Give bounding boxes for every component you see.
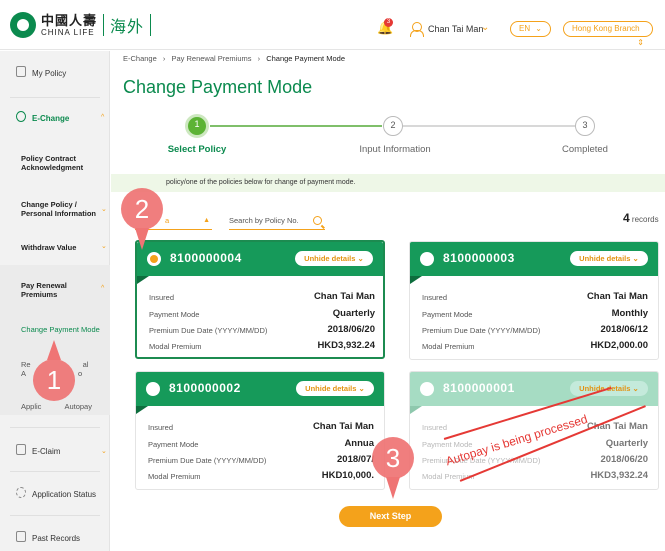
instruction-bar: policy/one of the policies below for cha…	[111, 174, 665, 192]
sidebar-item-change-payment-mode[interactable]: Change Payment Mode	[21, 325, 100, 334]
chevron-down-icon: ⌄	[101, 206, 107, 213]
header-bar: 中國人壽 CHINA LIFE 海外 🔔 3 Chan Tai Man ⌄ EN…	[0, 0, 665, 50]
page-title: Change Payment Mode	[123, 77, 313, 97]
chevron-down-icon: ⌄	[632, 254, 639, 263]
sidebar-item-echange[interactable]: E-Change ^	[0, 111, 110, 127]
payment-mode-value: Quarterly	[605, 438, 648, 449]
logo-english-name: CHINA LIFE	[41, 27, 95, 37]
step-3-label: Completed	[562, 144, 608, 155]
due-date-value: 2018/07/	[337, 454, 374, 465]
premium-value: HKD3,932.24	[590, 470, 648, 481]
updown-caret-icon: ▲	[203, 217, 210, 224]
sidebar-item-application-autopay[interactable]: Applic Autopay	[21, 402, 101, 411]
sidebar-item-my-policy[interactable]: My Policy	[0, 66, 110, 82]
step-2-label: Input Information	[359, 144, 431, 155]
records-count: 4 records	[623, 211, 659, 225]
lightbulb-icon	[16, 111, 26, 122]
step-1-label: Select Policy	[167, 144, 227, 155]
chevron-down-icon: ⌄	[101, 448, 107, 455]
sidebar-item-pay-renewal[interactable]: Pay Renewal Premiums	[21, 281, 101, 300]
chevron-up-icon: ^	[101, 114, 105, 121]
step-1-circle: 1	[185, 114, 209, 138]
user-icon[interactable]	[410, 22, 424, 37]
records-icon	[16, 531, 26, 542]
china-life-logo[interactable]: 中國人壽 CHINA LIFE 海外	[10, 12, 152, 38]
sidebar-item-eclaim[interactable]: E-Claim ⌄	[0, 444, 110, 460]
breadcrumb-current: Change Payment Mode	[266, 54, 345, 63]
premium-value: HKD10,000.	[321, 470, 374, 481]
policy-number: 8100000004	[170, 251, 242, 265]
breadcrumb-pay-renewal[interactable]: Pay Renewal Premiums	[171, 54, 251, 63]
due-date-value: 2018/06/20	[600, 454, 648, 465]
payment-mode-value: Annua	[344, 438, 374, 449]
sidebar-item-withdraw-value[interactable]: Withdraw Value	[21, 243, 101, 252]
policy-radio[interactable]	[420, 252, 434, 266]
updown-chevron-icon: ⇕	[637, 38, 644, 47]
chevron-down-icon: ⌄	[357, 254, 364, 263]
logo-chinese-name: 中國人壽	[41, 12, 98, 28]
unhide-details-button[interactable]: Unhide details ⌄	[296, 381, 374, 396]
search-icon[interactable]	[313, 216, 322, 225]
annotation-marker-2: 2	[121, 188, 163, 230]
notification-badge: 3	[384, 18, 393, 27]
policy-number: 8100000002	[169, 381, 241, 395]
premium-value: HKD3,932.24	[317, 340, 375, 351]
sidebar-item-past-records[interactable]: Past Records	[0, 531, 110, 547]
unhide-details-button[interactable]: Unhide details ⌄	[570, 251, 648, 266]
claim-icon	[16, 444, 26, 455]
breadcrumb: E-Change › Pay Renewal Premiums › Change…	[123, 54, 345, 63]
annotation-marker-3: 3	[372, 437, 414, 479]
chevron-down-icon: ⌄	[358, 384, 365, 393]
premium-value: HKD2,000.00	[590, 340, 648, 351]
sidebar-item-policy-contract[interactable]: Policy Contract Acknowledgment	[21, 154, 101, 173]
language-select[interactable]: EN ⌄	[510, 21, 551, 37]
next-step-button[interactable]: Next Step	[339, 506, 442, 527]
step-3-circle: 3	[575, 116, 595, 136]
stepper-line	[403, 125, 575, 127]
insured-value: Chan Tai Man	[312, 421, 374, 432]
payment-mode-value: Monthly	[611, 308, 648, 319]
policy-card[interactable]: 8100000002 Unhide details ⌄ Insured Chan …	[135, 371, 385, 490]
unhide-details-button[interactable]: Unhide details ⌄	[295, 251, 373, 266]
policy-radio[interactable]	[147, 252, 161, 266]
sidebar-item-application-status[interactable]: Application Status	[0, 487, 110, 503]
status-icon	[16, 487, 26, 498]
user-menu-chevron-down-icon[interactable]: ⌄	[481, 22, 489, 33]
logo-mark-icon	[10, 12, 36, 38]
chevron-right-icon: ›	[257, 54, 261, 63]
branch-select[interactable]: Hong Kong Branch ⇕	[563, 21, 653, 47]
due-date-value: 2018/06/12	[600, 324, 648, 335]
stepper-line	[210, 125, 382, 127]
search-input[interactable]: Search by Policy No.	[229, 214, 325, 230]
sidebar-item-change-policy[interactable]: Change Policy / Personal Information	[21, 200, 101, 219]
step-2-circle: 2	[383, 116, 403, 136]
chevron-down-icon: ⌄	[632, 384, 639, 393]
insured-value: Chan Tai Man	[313, 291, 375, 302]
chevron-up-icon: ^	[101, 285, 105, 292]
due-date-value: 2018/06/20	[327, 324, 375, 335]
policy-radio	[420, 382, 434, 396]
policy-number: 8100000001	[443, 381, 515, 395]
sidebar: My Policy E-Change ^ Policy Contract Ack…	[0, 51, 110, 551]
policy-card[interactable]: 8100000003 Unhide details ⌄ Insured Chan …	[409, 241, 659, 360]
policy-number: 8100000003	[443, 251, 515, 265]
breadcrumb-echange[interactable]: E-Change	[123, 54, 157, 63]
chevron-down-icon: ⌄	[535, 24, 542, 33]
chevron-down-icon: ⌄	[101, 243, 107, 250]
policy-radio[interactable]	[146, 382, 160, 396]
annotation-marker-1: 1	[33, 359, 75, 401]
user-name[interactable]: Chan Tai Man	[428, 24, 483, 34]
policy-card[interactable]: 8100000004 Unhide details ⌄ Insured Chan …	[135, 240, 385, 359]
document-icon	[16, 66, 26, 77]
marker-pointer	[47, 340, 61, 360]
payment-mode-value: Quarterly	[332, 308, 375, 319]
logo-overseas: 海外	[110, 19, 145, 36]
chevron-right-icon: ›	[162, 54, 166, 63]
marker-pointer	[135, 228, 149, 250]
marker-pointer	[386, 477, 400, 499]
insured-value: Chan Tai Man	[586, 291, 648, 302]
